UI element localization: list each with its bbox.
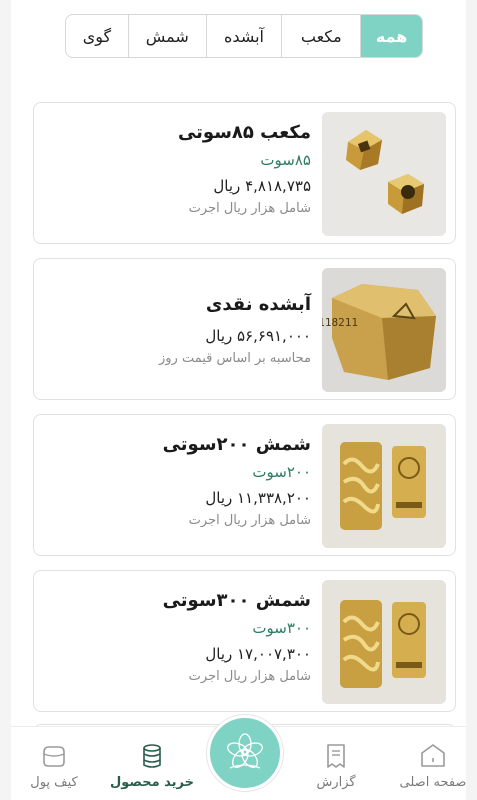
coins-stack-icon — [143, 744, 161, 768]
product-price: ۴,۸۱۸,۷۳۵ ریال — [213, 177, 311, 195]
category-filter-tabs: همه مکعب آبشده شمش گوی — [65, 14, 423, 58]
gold-bars-photo — [322, 424, 446, 548]
tab-bar[interactable]: شمش — [127, 15, 206, 57]
nav-report-label: گزارش — [316, 775, 356, 790]
product-card[interactable]: مکعب ۸۵سوتی ۸۵سوت ۴,۸۱۸,۷۳۵ ریال شامل هز… — [33, 102, 456, 244]
product-note: شامل هزار ریال اجرت — [188, 513, 311, 528]
gold-cubes-photo — [322, 112, 446, 236]
tab-ball[interactable]: گوی — [66, 15, 128, 57]
home-icon — [421, 744, 445, 767]
nav-home[interactable]: صفحه اصلی — [388, 742, 477, 792]
product-image: 118211 — [322, 268, 446, 392]
nav-report[interactable]: گزارش — [291, 742, 381, 792]
product-image — [322, 112, 446, 236]
product-weight: ۳۰۰سوت — [252, 619, 311, 637]
product-image — [322, 424, 446, 548]
wallet-icon — [43, 746, 65, 767]
svg-text:118211: 118211 — [322, 316, 358, 329]
product-card[interactable]: شمش ۲۰۰سوتی ۲۰۰سوت ۱۱,۳۳۸,۲۰۰ ریال شامل … — [33, 414, 456, 556]
nav-buy[interactable]: خرید محصول — [107, 742, 197, 792]
nav-home-label: صفحه اصلی — [399, 775, 467, 790]
product-note: شامل هزار ریال اجرت — [188, 669, 311, 684]
nav-wallet-label: کیف پول — [30, 775, 78, 790]
brand-logo-flower — [227, 733, 263, 769]
product-price: ۱۱,۳۳۸,۲۰۰ ریال — [205, 489, 311, 507]
nav-wallet[interactable]: کیف پول — [9, 742, 99, 792]
melted-gold-photo: 118211 — [322, 268, 446, 392]
product-price: ۱۷,۰۰۷,۳۰۰ ریال — [205, 645, 311, 663]
receipt-icon — [327, 744, 345, 768]
product-weight: ۸۵سوت — [260, 151, 311, 169]
nav-buy-label: خرید محصول — [109, 775, 195, 790]
gold-bars-photo — [322, 580, 446, 704]
tab-all[interactable]: همه — [360, 15, 422, 57]
product-card[interactable]: 118211 آبشده نقدی ۵۶,۶۹۱,۰۰۰ ریال محاسبه… — [33, 258, 456, 400]
product-name: شمش ۲۰۰سوتی — [162, 434, 311, 455]
center-action-button[interactable] — [207, 715, 283, 791]
product-image — [322, 580, 446, 704]
product-name: آبشده نقدی — [205, 294, 311, 315]
product-price: ۵۶,۶۹۱,۰۰۰ ریال — [205, 327, 311, 345]
product-note: شامل هزار ریال اجرت — [188, 201, 311, 216]
product-name: شمش ۳۰۰سوتی — [162, 590, 311, 611]
product-name: مکعب ۸۵سوتی — [177, 122, 311, 143]
tab-cube[interactable]: مکعب — [281, 15, 360, 57]
product-note: محاسبه بر اساس قیمت روز — [158, 351, 311, 366]
bottom-nav: صفحه اصلی گزارش خرید محصول کیف پول — [9, 715, 466, 800]
tab-melted[interactable]: آبشده — [205, 15, 282, 57]
product-card[interactable]: شمش ۳۰۰سوتی ۳۰۰سوت ۱۷,۰۰۷,۳۰۰ ریال شامل … — [33, 570, 456, 712]
product-weight: ۲۰۰سوت — [252, 463, 311, 481]
